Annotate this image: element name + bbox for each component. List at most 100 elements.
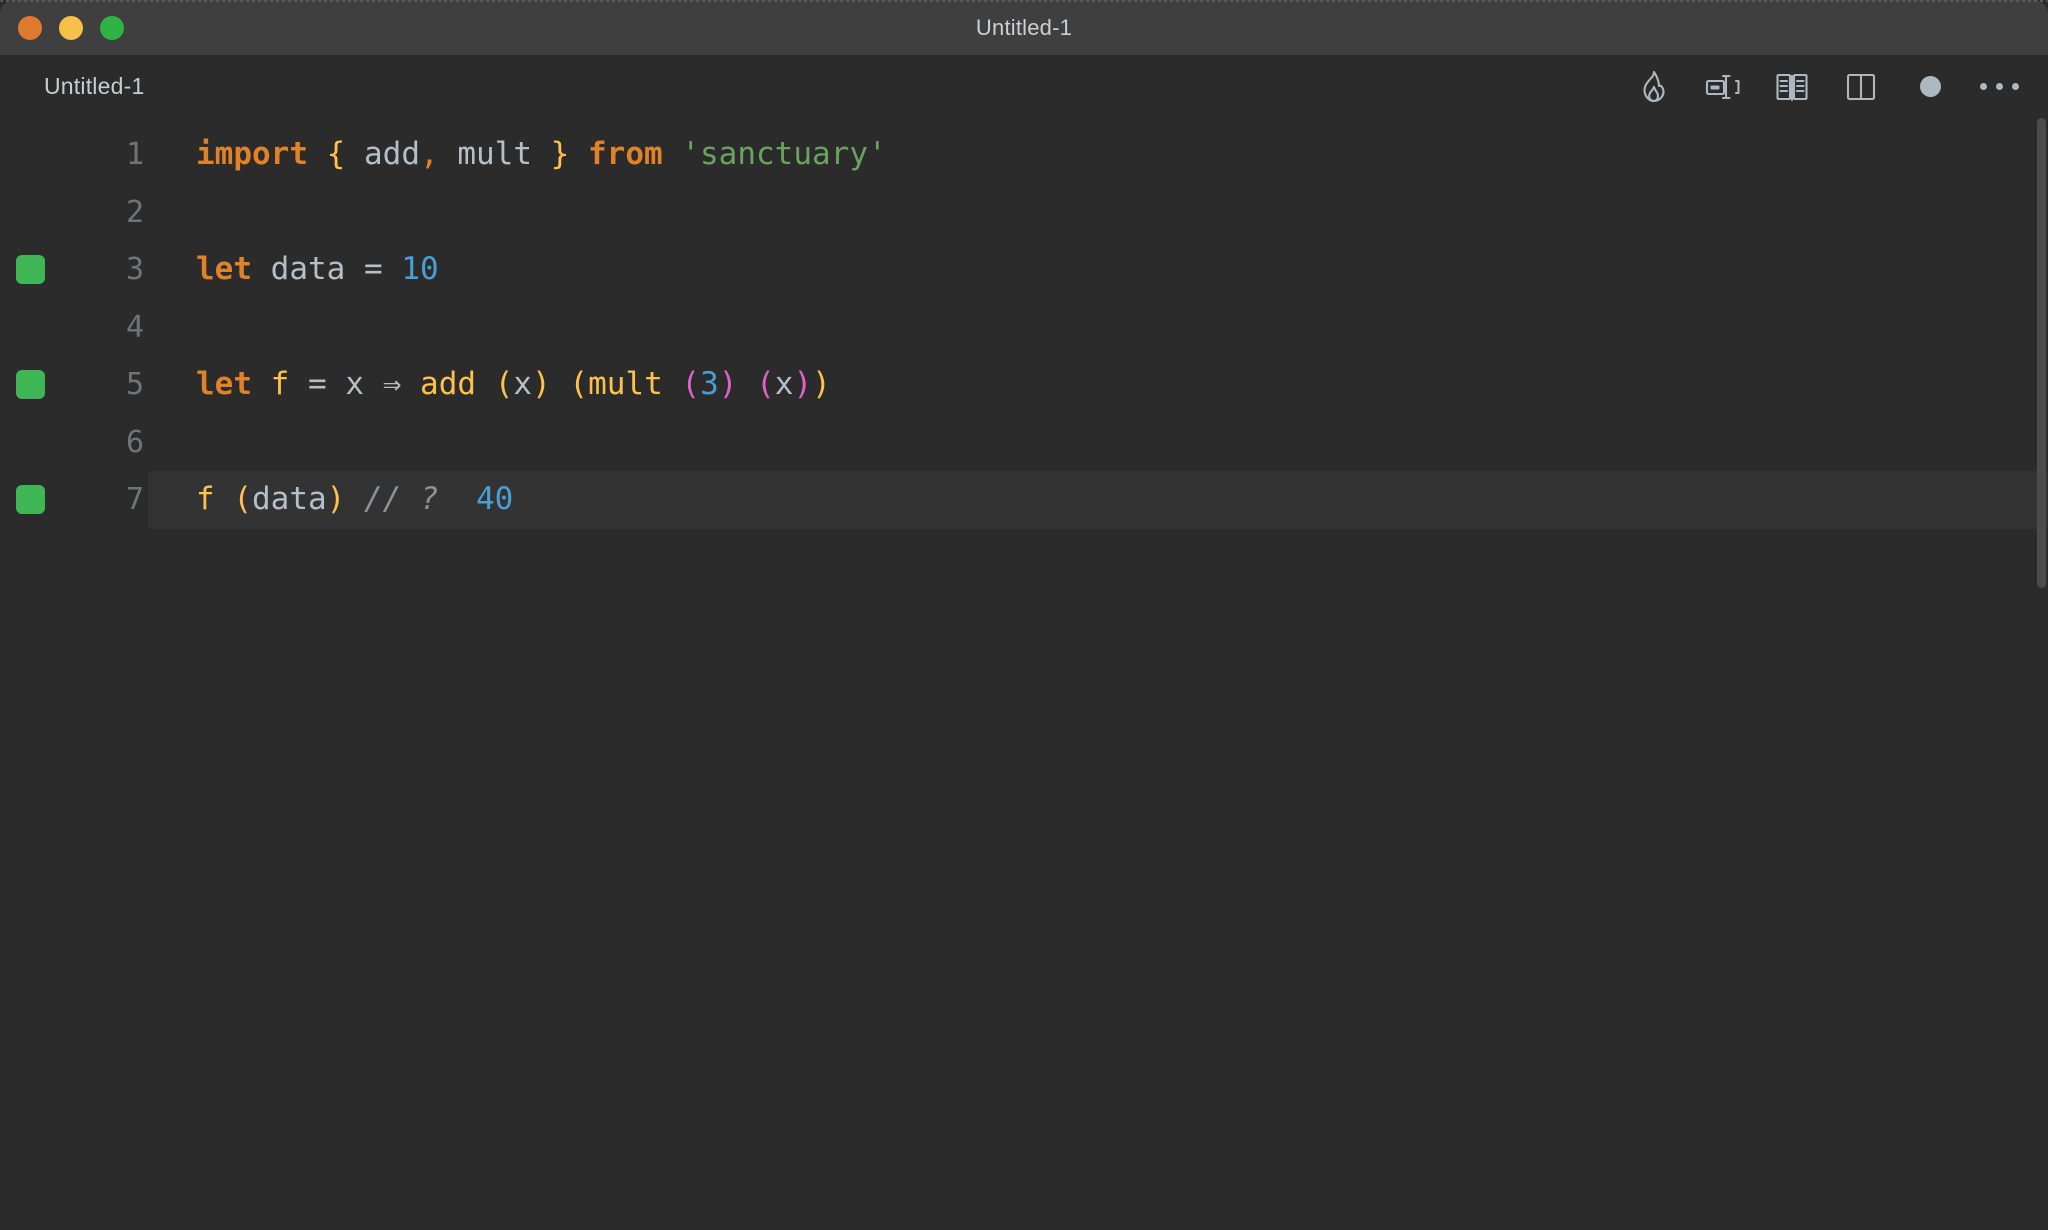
token-num: 3 bbox=[700, 366, 719, 402]
code-line[interactable]: 2 bbox=[0, 184, 2048, 242]
token-id: mult bbox=[457, 136, 532, 172]
code-line[interactable]: 3 let data = 10 bbox=[0, 241, 2048, 299]
code-text[interactable] bbox=[148, 299, 2048, 357]
token-kw: let bbox=[196, 366, 252, 402]
line-number: 7 bbox=[125, 482, 144, 517]
gutter-marker-cell bbox=[0, 140, 60, 169]
token-fn: f bbox=[196, 481, 215, 517]
code-editor[interactable]: 1 import { add, mult } from 'sanctuary' 2 3… bbox=[0, 118, 2048, 1230]
close-window-button[interactable] bbox=[18, 15, 42, 40]
token-id: x bbox=[774, 366, 794, 402]
line-number: 2 bbox=[125, 194, 144, 230]
minimize-window-button[interactable] bbox=[59, 15, 83, 40]
tab-strip: Untitled-1 bbox=[0, 55, 2048, 118]
token-comment: // ? bbox=[364, 481, 439, 517]
line-number: 6 bbox=[125, 424, 144, 460]
evaluation-marker-icon[interactable] bbox=[15, 485, 45, 515]
code-text[interactable]: let f = x ⇒ add (x) (mult (3) (x)) bbox=[148, 356, 2048, 414]
line-number: 5 bbox=[125, 367, 144, 402]
line-number: 3 bbox=[125, 252, 144, 287]
token-kw: let bbox=[196, 251, 252, 287]
tab-untitled-1[interactable]: Untitled-1 bbox=[44, 73, 144, 100]
code-line[interactable]: 4 bbox=[0, 299, 2048, 357]
rename-icon[interactable] bbox=[1702, 66, 1744, 108]
token-br1: { bbox=[326, 136, 346, 172]
token-op: = bbox=[364, 251, 383, 287]
token-br1: ( bbox=[569, 366, 589, 402]
code-text[interactable]: f (data) // ? 40 bbox=[148, 471, 2048, 529]
code-line[interactable]: 6 bbox=[0, 414, 2048, 472]
token-num: 10 bbox=[401, 251, 439, 287]
line-number: 1 bbox=[125, 137, 144, 172]
token-num: 40 bbox=[476, 481, 514, 517]
gutter-marker-cell bbox=[0, 198, 60, 227]
token-id: x bbox=[513, 366, 533, 402]
code-text[interactable]: let data = 10 bbox=[148, 241, 2048, 299]
line-number: 4 bbox=[125, 309, 144, 345]
token-br2: ( bbox=[681, 366, 701, 402]
code-text[interactable] bbox=[148, 414, 2048, 472]
token-op: ⇒ bbox=[382, 366, 402, 402]
split-editor-icon[interactable] bbox=[1840, 66, 1882, 108]
unsaved-dot-icon[interactable] bbox=[1909, 66, 1951, 108]
token-id: data bbox=[252, 481, 327, 517]
window-controls bbox=[18, 15, 124, 40]
application-window: Untitled-1 Untitled-1 1 import {add , m… bbox=[0, 0, 2048, 1230]
token-fn: f bbox=[270, 366, 290, 402]
scrollbar-thumb[interactable] bbox=[2037, 118, 2046, 588]
code-line[interactable]: 1 import { add, mult } from 'sanctuary' bbox=[0, 126, 2048, 184]
editor-toolbar bbox=[1633, 66, 2020, 108]
token-br1: } bbox=[550, 136, 570, 172]
gutter-marker-cell bbox=[0, 428, 60, 457]
flame-icon[interactable] bbox=[1633, 66, 1675, 108]
token-br2: ) bbox=[718, 366, 738, 402]
vertical-scrollbar[interactable] bbox=[2034, 118, 2048, 1230]
code-lines[interactable]: 1 import { add, mult } from 'sanctuary' 2 3… bbox=[0, 118, 2048, 529]
gutter-marker-cell bbox=[0, 370, 60, 400]
title-bar: Untitled-1 bbox=[0, 0, 2048, 55]
token-br1: ) bbox=[326, 481, 346, 517]
token-id: data bbox=[270, 251, 346, 287]
token-br1: ( bbox=[494, 366, 514, 402]
token-br1: ) bbox=[532, 366, 551, 402]
code-line[interactable]: 5 let f = x ⇒ add (x) (mult (3) (x)) bbox=[0, 356, 2048, 414]
evaluation-marker-icon[interactable] bbox=[15, 255, 45, 285]
ellipsis-icon[interactable] bbox=[1978, 66, 2020, 108]
evaluation-marker-icon[interactable] bbox=[15, 370, 45, 400]
gutter-marker-cell bbox=[0, 485, 60, 515]
code-line[interactable]: 7f (data) // ? 40 bbox=[0, 471, 2048, 529]
token-fn: add bbox=[420, 366, 477, 402]
token-op: = bbox=[308, 366, 327, 402]
token-br1: ( bbox=[233, 481, 253, 517]
code-text[interactable] bbox=[148, 184, 2048, 242]
open-book-icon[interactable] bbox=[1771, 66, 1813, 108]
code-text[interactable]: import { add, mult } from 'sanctuary' bbox=[148, 126, 2048, 184]
token-kw: import bbox=[196, 136, 308, 172]
token-kw: from bbox=[588, 136, 663, 172]
window-title: Untitled-1 bbox=[975, 14, 1073, 40]
maximize-window-button[interactable] bbox=[100, 15, 124, 40]
token-punc: , bbox=[420, 136, 439, 172]
token-id: add bbox=[364, 136, 420, 172]
token-id: x bbox=[345, 366, 365, 402]
